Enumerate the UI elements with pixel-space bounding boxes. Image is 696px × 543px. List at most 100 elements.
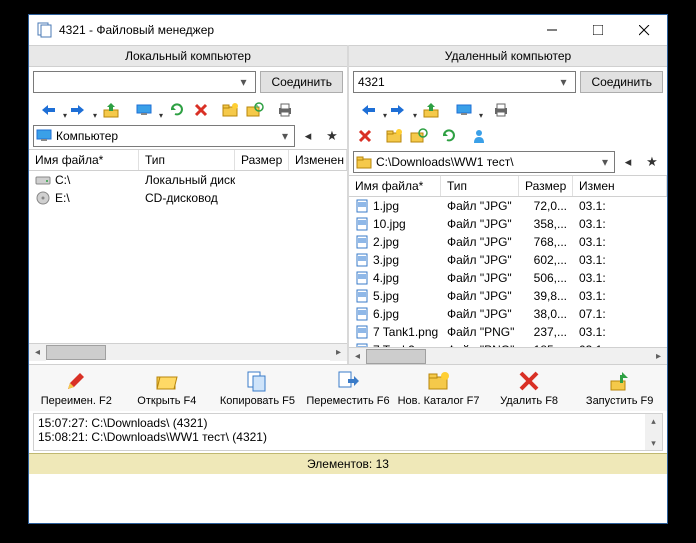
history-back-icon[interactable]: ◂	[297, 125, 319, 147]
remote-column-header[interactable]: Имя файла* Тип Размер Измен	[349, 175, 667, 197]
refresh-button[interactable]	[165, 99, 189, 121]
remote-connect-label: Соединить	[591, 75, 652, 89]
back-button[interactable]: ▾	[33, 99, 63, 121]
table-row[interactable]: 1.jpgФайл "JPG"72,0...03.1:	[349, 197, 667, 215]
col-size[interactable]: Размер	[519, 176, 573, 196]
col-type[interactable]: Тип	[139, 150, 235, 170]
back-button[interactable]: ▾	[353, 99, 383, 121]
local-hscrollbar[interactable]: ◂ ▸	[29, 343, 347, 360]
scroll-thumb[interactable]	[366, 349, 426, 364]
new-folder-button[interactable]	[219, 99, 243, 121]
table-row[interactable]: C:\Локальный диск	[29, 171, 347, 189]
file-size: 358,...	[519, 217, 573, 231]
col-type[interactable]: Тип	[441, 176, 519, 196]
new-folder-op-button[interactable]: Нов. Каталог F7	[394, 369, 484, 407]
history-back-icon[interactable]: ◂	[617, 151, 639, 173]
desktop-button[interactable]: ▾	[129, 99, 159, 121]
log-panel[interactable]: 15:07:27: C:\Downloads\ (4321) 15:08:21:…	[33, 413, 663, 451]
open-label: Открыть F4	[137, 395, 196, 407]
file-modified: 03.1:	[573, 343, 667, 347]
move-button[interactable]: Переместить F6	[303, 369, 393, 407]
table-row[interactable]: 7 Tank2.pngФайл "PNG"185,...03.1:	[349, 341, 667, 347]
local-path-combo[interactable]: Компьютер ▾	[33, 125, 295, 147]
log-line: 15:07:27: C:\Downloads\ (4321)	[38, 416, 658, 430]
folder-open-icon	[155, 369, 179, 393]
forward-button[interactable]: ▾	[383, 99, 413, 121]
scroll-thumb[interactable]	[46, 345, 106, 360]
table-row[interactable]: 10.jpgФайл "JPG"358,...03.1:	[349, 215, 667, 233]
scroll-right-icon[interactable]: ▸	[330, 344, 347, 361]
sync-button[interactable]	[243, 99, 267, 121]
remote-hscrollbar[interactable]: ◂ ▸	[349, 347, 667, 364]
file-type: Локальный диск	[139, 173, 235, 187]
app-icon	[37, 22, 53, 38]
local-file-list[interactable]: C:\Локальный дискE:\CD-дисковод	[29, 171, 347, 343]
favorite-icon[interactable]: ★	[321, 125, 343, 147]
chevron-down-icon: ▾	[235, 75, 251, 89]
col-name[interactable]: Имя файла*	[349, 176, 441, 196]
move-icon	[336, 369, 360, 393]
table-row[interactable]: 2.jpgФайл "JPG"768,...03.1:	[349, 233, 667, 251]
file-type: Файл "JPG"	[441, 235, 519, 249]
copy-button[interactable]: Копировать F5	[212, 369, 302, 407]
scroll-down-icon[interactable]: ▾	[651, 436, 656, 450]
remote-path-combo[interactable]: C:\Downloads\WW1 тест\ ▾	[353, 151, 615, 173]
image-file-icon	[355, 235, 369, 249]
remote-file-list[interactable]: 1.jpgФайл "JPG"72,0...03.1:10.jpgФайл "J…	[349, 197, 667, 347]
local-column-header[interactable]: Имя файла* Тип Размер Изменен	[29, 149, 347, 171]
minimize-button[interactable]	[529, 15, 575, 45]
remote-host-combo[interactable]: 4321 ▾	[353, 71, 576, 93]
maximize-button[interactable]	[575, 15, 621, 45]
drive-icon	[35, 191, 51, 205]
forward-button[interactable]: ▾	[63, 99, 93, 121]
print-button[interactable]	[489, 99, 513, 121]
local-header: Локальный компьютер	[29, 45, 347, 67]
up-button[interactable]	[419, 99, 443, 121]
local-connect-button[interactable]: Соединить	[260, 71, 343, 93]
refresh-button[interactable]	[437, 125, 461, 147]
up-button[interactable]	[99, 99, 123, 121]
file-size: 38,0...	[519, 307, 573, 321]
status-bar: Элементов: 13	[29, 453, 667, 474]
file-size: 602,...	[519, 253, 573, 267]
close-button[interactable]	[621, 15, 667, 45]
user-button[interactable]	[467, 125, 491, 147]
col-modified[interactable]: Изменен	[289, 150, 347, 170]
favorite-icon[interactable]: ★	[641, 151, 663, 173]
remote-connect-button[interactable]: Соединить	[580, 71, 663, 93]
col-modified[interactable]: Измен	[573, 176, 667, 196]
scroll-left-icon[interactable]: ◂	[349, 348, 366, 365]
image-file-icon	[355, 307, 369, 321]
remote-header: Удаленный компьютер	[349, 45, 667, 67]
delete-button[interactable]	[189, 99, 213, 121]
desktop-button[interactable]: ▾	[449, 99, 479, 121]
col-size[interactable]: Размер	[235, 150, 289, 170]
table-row[interactable]: E:\CD-дисковод	[29, 189, 347, 207]
local-panel: Локальный компьютер ▾ Соединить ▾ ▾ ▾	[29, 45, 347, 364]
table-row[interactable]: 5.jpgФайл "JPG"39,8...03.1:	[349, 287, 667, 305]
run-button[interactable]: Запустить F9	[575, 369, 665, 407]
col-name[interactable]: Имя файла*	[29, 150, 139, 170]
table-row[interactable]: 4.jpgФайл "JPG"506,...03.1:	[349, 269, 667, 287]
open-button[interactable]: Открыть F4	[122, 369, 212, 407]
delete-button[interactable]	[353, 125, 377, 147]
table-row[interactable]: 6.jpgФайл "JPG"38,0...07.1:	[349, 305, 667, 323]
new-folder-button[interactable]	[383, 125, 407, 147]
sync-button[interactable]	[407, 125, 431, 147]
table-row[interactable]: 3.jpgФайл "JPG"602,...03.1:	[349, 251, 667, 269]
file-name: 2.jpg	[373, 235, 399, 249]
local-host-combo[interactable]: ▾	[33, 71, 256, 93]
run-label: Запустить F9	[586, 395, 653, 407]
file-modified: 03.1:	[573, 199, 667, 213]
scroll-up-icon[interactable]: ▴	[651, 414, 656, 428]
delete-op-button[interactable]: Удалить F8	[484, 369, 574, 407]
file-type: Файл "JPG"	[441, 199, 519, 213]
table-row[interactable]: 7 Tank1.pngФайл "PNG"237,...03.1:	[349, 323, 667, 341]
file-size: 39,8...	[519, 289, 573, 303]
file-name: 3.jpg	[373, 253, 399, 267]
rename-button[interactable]: Переимен. F2	[31, 369, 121, 407]
scroll-left-icon[interactable]: ◂	[29, 344, 46, 361]
scroll-right-icon[interactable]: ▸	[650, 348, 667, 365]
print-button[interactable]	[273, 99, 297, 121]
log-vscrollbar[interactable]: ▴ ▾	[645, 414, 662, 450]
